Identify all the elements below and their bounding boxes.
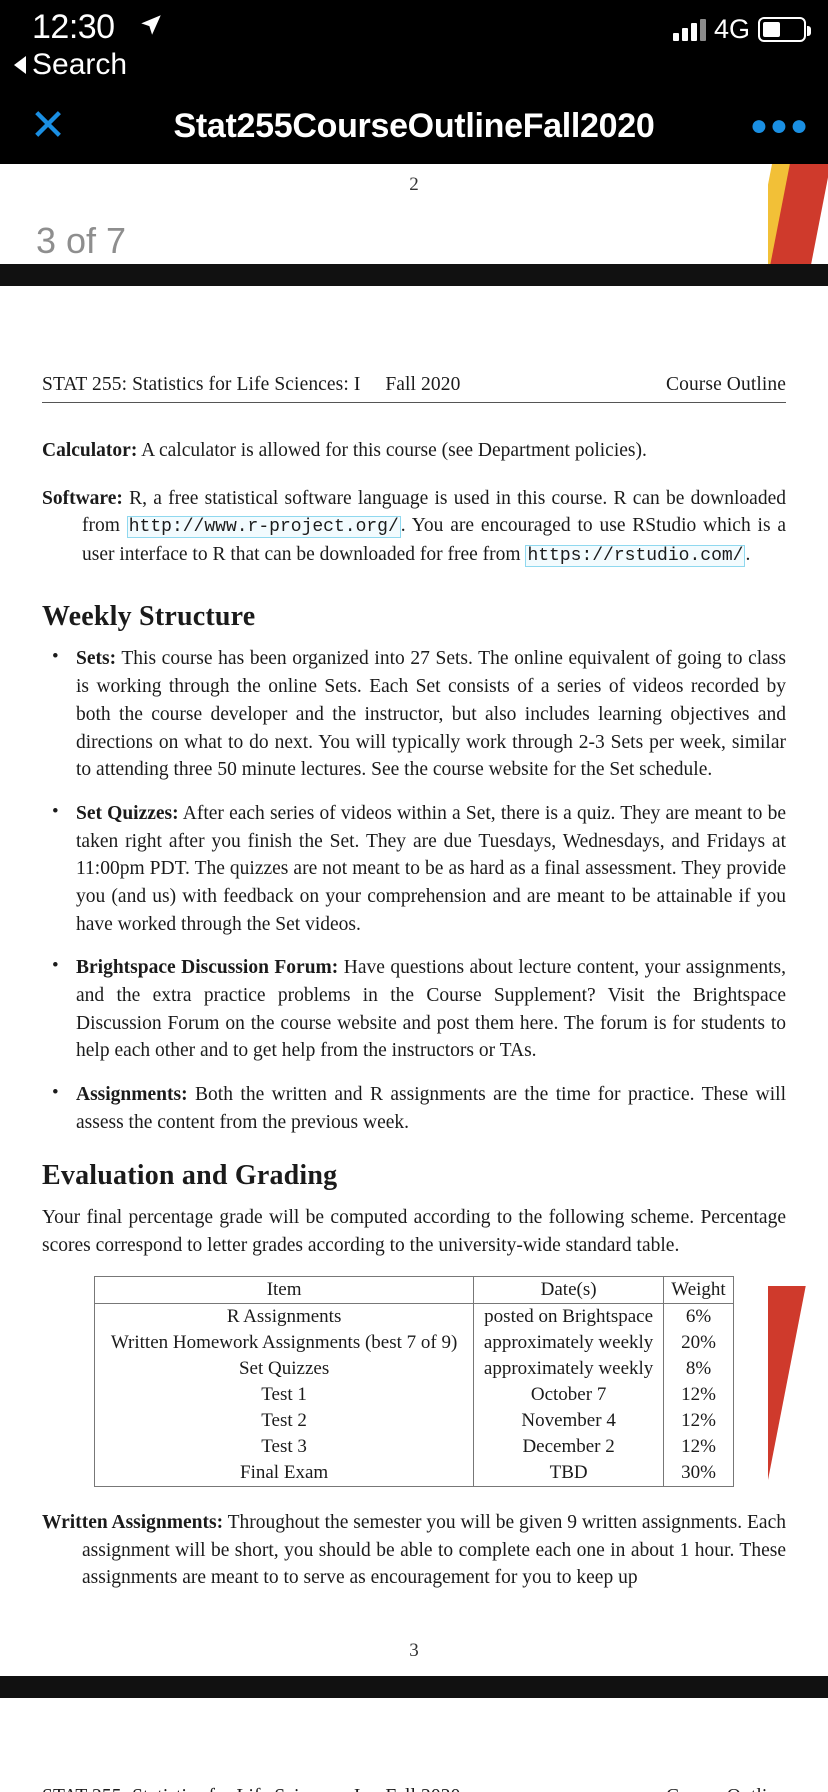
cell-date: TBD [473, 1459, 664, 1487]
page-folio-number: 3 [409, 1639, 419, 1661]
section-heading-evaluation-grading: Evaluation and Grading [42, 1160, 338, 1192]
list-item: Sets: This course has been organized int… [42, 644, 786, 783]
cell-weight: 8% [663, 1355, 734, 1382]
battery-icon [758, 17, 811, 42]
location-arrow-icon [141, 15, 161, 35]
more-options-icon[interactable]: ●●● [732, 109, 828, 143]
cell-item: Test 2 [93, 1407, 475, 1434]
bullet-label: Sets: [76, 648, 117, 670]
cell-weight: 12% [663, 1433, 734, 1460]
calculator-paragraph: Calculator: A calculator is allowed for … [42, 437, 786, 465]
page-folio-number: 2 [409, 174, 419, 195]
phone-screen: 12:30 4G Search ✕ Stat255CourseOutlineFa… [0, 0, 828, 1792]
table-header-dates: Date(s) [473, 1275, 664, 1304]
cellular-signal-icon [672, 18, 706, 41]
list-item: Brightspace Discussion Forum: Have quest… [42, 953, 786, 1065]
page-divider [0, 264, 828, 286]
table-row: R Assignments posted on Brightspace 6% [93, 1303, 734, 1330]
cell-date: October 7 [473, 1381, 664, 1408]
network-type-label: 4G [713, 14, 750, 44]
bullet-label: Set Quizzes: [76, 802, 179, 824]
software-label: Software: [42, 487, 123, 509]
table-row: Written Homework Assignments (best 7 of … [93, 1329, 734, 1356]
back-triangle-icon [14, 56, 26, 74]
running-head-right: Course Outline [665, 374, 786, 395]
running-head-left: STAT 255: Statistics for Life Sciences: … [42, 374, 461, 395]
weekly-structure-bullet-list: Sets: This course has been organized int… [42, 644, 786, 1136]
cell-date: December 2 [473, 1433, 664, 1460]
cell-date: approximately weekly [473, 1355, 664, 1382]
bullet-text: After each series of videos within a Set… [76, 802, 786, 935]
cell-date: approximately weekly [473, 1329, 664, 1356]
cell-item: Final Exam [93, 1459, 475, 1487]
table-row: Set Quizzes approximately weekly 8% [93, 1355, 734, 1382]
running-head-right: Course Outline [666, 1786, 786, 1792]
table-header-weight: Weight [663, 1275, 734, 1304]
bullet-text: This course has been organized into 27 S… [76, 648, 786, 781]
bullet-label: Brightspace Discussion Forum: [76, 957, 339, 979]
close-icon[interactable]: ✕ [0, 104, 96, 148]
table-row: Test 3 December 2 12% [93, 1433, 734, 1460]
cell-item: R Assignments [93, 1303, 475, 1330]
cell-item: Test 1 [93, 1381, 475, 1408]
cell-item: Set Quizzes [93, 1355, 475, 1382]
r-project-link[interactable]: http://www.r-project.org/ [126, 516, 401, 539]
document-nav-bar: ✕ Stat255CourseOutlineFall2020 ●●● [0, 88, 828, 164]
back-to-search-button[interactable]: Search [14, 48, 127, 82]
cell-weight: 12% [663, 1407, 734, 1434]
calculator-label: Calculator: [42, 440, 138, 461]
cell-date: posted on Brightspace [473, 1303, 664, 1330]
list-item: Assignments: Both the written and R assi… [42, 1080, 786, 1136]
pdf-page-2: 2 3 of 7 [0, 164, 828, 264]
status-right-cluster: 4G [672, 14, 811, 45]
home-indicator[interactable] [280, 1768, 548, 1778]
running-head: STAT 255: Statistics for Life Sciences: … [42, 1786, 786, 1792]
written-assignments-label: Written Assignments: [42, 1511, 224, 1533]
cell-weight: 20% [663, 1329, 734, 1356]
cell-weight: 30% [663, 1459, 734, 1487]
list-item: Set Quizzes: After each series of videos… [42, 799, 786, 938]
cell-item: Test 3 [93, 1433, 475, 1460]
software-text-3: . [745, 543, 751, 565]
running-head: STAT 255: Statistics for Life Sciences: … [42, 374, 786, 403]
section-heading-weekly-structure: Weekly Structure [42, 601, 256, 633]
page-indicator: 3 of 7 [36, 220, 127, 261]
running-head-left: STAT 255: Statistics for Life Sciences: … [42, 1786, 460, 1792]
page-divider [0, 1675, 828, 1698]
page-title: Stat255CourseOutlineFall2020 [173, 106, 655, 145]
table-header-row: Item Date(s) Weight [93, 1275, 734, 1304]
table-row: Test 2 November 4 12% [93, 1407, 734, 1434]
back-to-search-label: Search [32, 48, 128, 81]
table-header-item: Item [93, 1275, 475, 1304]
calculator-text: A calculator is allowed for this course … [137, 440, 647, 461]
bullet-label: Assignments: [76, 1084, 188, 1106]
cell-item: Written Homework Assignments (best 7 of … [93, 1329, 475, 1356]
table-row: Final Exam TBD 30% [93, 1459, 734, 1487]
cell-date: November 4 [473, 1407, 664, 1434]
software-paragraph: Software: R, a free statistical software… [42, 485, 786, 570]
evaluation-intro-paragraph: Your final percentage grade will be comp… [42, 1207, 786, 1257]
grading-table: Item Date(s) Weight R Assignments posted… [93, 1275, 734, 1487]
written-assignments-paragraph: Written Assignments: Throughout the seme… [42, 1509, 786, 1592]
cell-weight: 6% [663, 1303, 734, 1330]
pdf-page-3: STAT 255: Statistics for Life Sciences: … [0, 286, 828, 1706]
table-row: Test 1 October 7 12% [93, 1381, 734, 1408]
cell-weight: 12% [663, 1381, 734, 1408]
rstudio-link[interactable]: https://rstudio.com/ [525, 544, 746, 567]
status-time: 12:30 [32, 8, 115, 46]
pdf-viewport[interactable]: 2 3 of 7 STAT 255: Statistics for Life S… [0, 164, 828, 1792]
